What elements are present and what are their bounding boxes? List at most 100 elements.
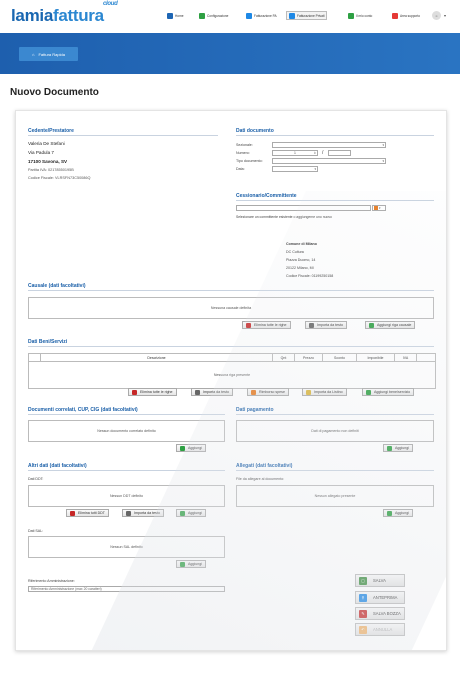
import-icon — [309, 322, 314, 328]
causale-delete-all-button[interactable]: Elimina tutte le righe — [242, 321, 291, 329]
numero-slash: / — [322, 150, 324, 156]
causale-import-button[interactable]: Importa da testo — [305, 321, 347, 329]
nav-area-supporto[interactable]: Area supporto — [389, 11, 423, 20]
riferimento-amministrazione-input[interactable]: Riferimento Amministrazione (max 20 cara… — [28, 586, 225, 592]
avatar-glyph: ☺ — [434, 13, 439, 18]
rimborso-spese-label: Rimborso spese — [259, 390, 285, 394]
nav-fatturazione-pa[interactable]: Fatturazione PA — [243, 11, 280, 20]
save-button[interactable]: ▢ SALVA — [355, 574, 405, 587]
cessionario-street: Piazza Duomo, 14 — [286, 258, 316, 262]
cedente-street: Via Padula 7 — [28, 150, 54, 155]
nav-fatturazione-privati[interactable]: Fatturazione Privati — [286, 11, 328, 20]
beni-add-label: Aggiungi bene/servizio — [374, 390, 411, 394]
cedente-name: Valeria De Stefani — [28, 141, 65, 146]
cancel-button[interactable]: ↶ ANNULLA — [355, 623, 405, 636]
beni-import-button[interactable]: Importa da testo — [191, 388, 233, 396]
logo-text-part1: lamia — [11, 6, 53, 25]
nav-home-label: Home — [175, 13, 184, 18]
preview-label: ANTEPRIMA — [373, 595, 398, 600]
beni-empty-text: Nessuna riga presente — [213, 373, 251, 377]
numero-value: 1 — [294, 151, 296, 155]
numero-suffix-input[interactable] — [328, 150, 351, 156]
save-draft-label: SALVA BOZZA — [373, 611, 401, 616]
app-logo[interactable]: lamiafattura cloud — [11, 1, 118, 26]
cedente-piva: Partita IVA: 02178550195B — [28, 168, 74, 172]
user-menu-chevron-down-icon[interactable]: ▾ — [444, 13, 446, 18]
section-divider — [28, 470, 225, 471]
data-input[interactable]: ▾ — [272, 166, 318, 172]
beni-table: Descrizione Qnt Prezzo Sconto Imponibile… — [28, 353, 436, 389]
preview-button[interactable]: ⚲ ANTEPRIMA — [355, 591, 405, 604]
causale-import-label: Importa da testo — [317, 323, 343, 327]
add-icon — [387, 510, 392, 516]
cessionario-dept: DC Cultura — [286, 250, 304, 254]
config-icon — [199, 12, 205, 19]
preview-icon: ⚲ — [359, 593, 367, 602]
reimbursement-icon — [251, 389, 256, 395]
nav-fatturazione-privati-label: Fatturazione Privati — [297, 13, 325, 18]
numero-stepper[interactable]: 1 ⇕ — [272, 150, 318, 156]
tipo-documento-select[interactable]: ▾ — [272, 158, 386, 164]
document-form-card: Cedente/Prestatore Valeria De Stefani Vi… — [15, 110, 447, 651]
beni-delete-all-label: Elimina tutte le righe — [140, 390, 173, 394]
causale-add-button[interactable]: Aggiungi riga causale — [365, 321, 416, 329]
chevron-down-icon: ▾ — [382, 143, 384, 147]
import-listino-button[interactable]: Importa da Listino — [302, 388, 347, 396]
causale-section-title: Causale (dati facoltativi) — [28, 283, 86, 289]
correlati-add-button[interactable]: Aggiungi — [176, 444, 206, 452]
sal-add-button[interactable]: Aggiungi — [176, 560, 206, 568]
correlati-section-title: Documenti correlati, CUP, CIG (dati faco… — [28, 407, 138, 413]
ddt-delete-all-button[interactable]: Elimina tutti DDT — [66, 509, 109, 517]
nav-configurazione[interactable]: Configurazione — [196, 11, 231, 20]
column-header-select — [29, 354, 41, 362]
rimborso-spese-button[interactable]: Rimborso spese — [247, 388, 289, 396]
nav-home[interactable]: Home — [164, 11, 187, 20]
allegati-add-label: Aggiungi — [395, 511, 409, 515]
committente-menu-button[interactable]: ▾ — [372, 205, 386, 211]
section-divider — [28, 135, 218, 136]
logo-text-part2: fattura — [52, 6, 104, 25]
section-divider — [236, 200, 434, 201]
beni-table-body: Nessuna riga presente — [29, 362, 435, 388]
import-listino-label: Importa da Listino — [314, 390, 343, 394]
import-icon — [195, 389, 200, 395]
causale-empty-text: Nessuna causale definita — [210, 306, 252, 310]
account-icon — [348, 12, 354, 19]
ddt-import-button[interactable]: Importa da testo — [122, 509, 164, 517]
correlati-list: Nessun documento correlato definito — [28, 420, 225, 442]
correlati-empty-text: Nessun documento correlato definito — [97, 429, 156, 433]
beni-section-title: Dati Beni/Servizi — [28, 339, 68, 345]
sezionale-label: Sezionale: — [236, 143, 253, 147]
chevron-down-icon: ▾ — [379, 206, 381, 210]
stepper-arrows-icon[interactable]: ⇕ — [313, 151, 316, 155]
allegati-add-button[interactable]: Aggiungi — [383, 509, 413, 517]
committente-select[interactable] — [236, 205, 371, 211]
sal-list: Nessun SAL definito — [28, 536, 225, 558]
sal-empty-text: Nessun SAL definito — [110, 545, 143, 549]
riferimento-amministrazione-placeholder: Riferimento Amministrazione (max 20 cara… — [31, 587, 102, 591]
cedente-cf: Codice Fiscale: VLRSFN73C50086Q — [28, 176, 91, 180]
pagamento-add-button[interactable]: Aggiungi — [383, 444, 413, 452]
committente-hint: Selezionare un committente esistente o a… — [236, 215, 332, 219]
beni-add-button[interactable]: Aggiungi bene/servizio — [362, 388, 415, 396]
user-avatar[interactable]: ☺ — [432, 11, 441, 20]
ddt-list: Nessun DDT definito — [28, 485, 225, 507]
chevron-down-icon: ▾ — [314, 167, 316, 171]
save-label: SALVA — [373, 578, 386, 583]
beni-delete-all-button[interactable]: Elimina tutte le righe — [128, 388, 177, 396]
save-draft-button[interactable]: ✎ SALVA BOZZA — [355, 607, 405, 620]
tipo-documento-label: Tipo documento: — [236, 159, 263, 163]
section-divider — [28, 346, 434, 347]
delete-icon — [246, 322, 251, 328]
ddt-label: Dati DDT: — [28, 477, 44, 481]
pagamento-list: Dati di pagamento non definiti — [236, 420, 434, 442]
nav-il-mio-conto[interactable]: Il mio conto — [345, 11, 375, 20]
ddt-add-button[interactable]: Aggiungi — [176, 509, 206, 517]
fattura-rapida-button[interactable]: ⌂ Fattura Rapida — [19, 47, 78, 61]
sezionale-select[interactable]: ▾ — [272, 142, 386, 148]
add-user-icon — [374, 206, 378, 210]
import-icon — [126, 510, 131, 516]
data-label: Data: — [236, 167, 245, 171]
column-header-iva: IVA — [395, 354, 417, 362]
cessionario-section-title: Cessionario/Committente — [236, 193, 297, 199]
